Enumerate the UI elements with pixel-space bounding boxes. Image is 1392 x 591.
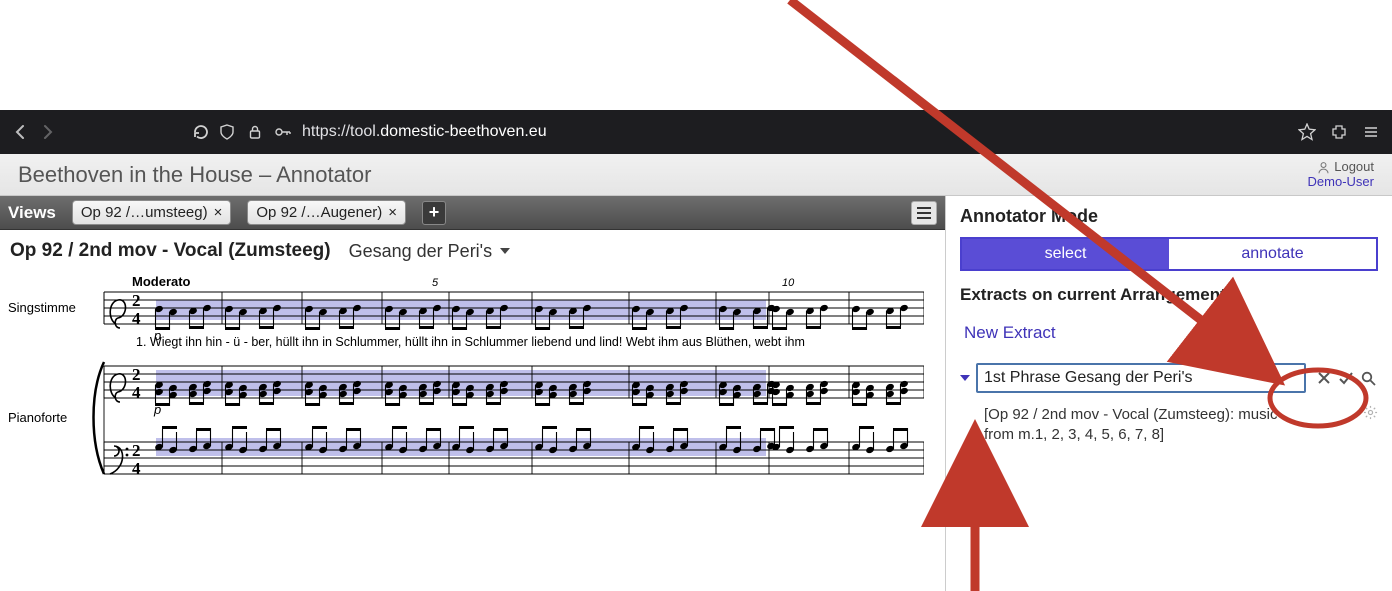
score-area[interactable]: Singstimme Pianoforte Moderato 5 10 bbox=[0, 266, 945, 591]
score-svg: Singstimme Pianoforte Moderato 5 10 bbox=[4, 272, 924, 502]
lyrics: 1. Wiegt ihn hin - ü - ber, hüllt ihn in… bbox=[136, 335, 805, 349]
menu-icon[interactable] bbox=[1362, 123, 1380, 141]
main: Views Op 92 /…umsteeg) × Op 92 /…Augener… bbox=[0, 196, 1392, 591]
svg-text:4: 4 bbox=[132, 383, 141, 402]
url-prefix: https://tool. bbox=[302, 123, 380, 140]
mode-select-button[interactable]: select bbox=[960, 237, 1169, 271]
left-column: Views Op 92 /…umsteeg) × Op 92 /…Augener… bbox=[0, 196, 945, 591]
mode-annotate-button[interactable]: annotate bbox=[1169, 237, 1378, 271]
annotator-mode-label: Annotator Mode bbox=[960, 202, 1378, 227]
instrument-singstimme: Singstimme bbox=[8, 300, 76, 315]
views-label: Views bbox=[8, 203, 56, 223]
search-icon[interactable] bbox=[1358, 368, 1378, 388]
tab-label: Op 92 /…umsteeg) bbox=[81, 204, 208, 221]
logout-link[interactable]: Logout bbox=[1308, 160, 1374, 174]
score-header: Op 92 / 2nd mov - Vocal (Zumsteeg) Gesan… bbox=[0, 230, 945, 266]
url-bar[interactable]: https://tool.domestic-beethoven.eu bbox=[218, 123, 1290, 141]
shield-icon bbox=[218, 123, 236, 141]
add-tab-button[interactable]: + bbox=[422, 201, 446, 225]
mode-toggle: select annotate bbox=[960, 237, 1378, 271]
app-title: Beethoven in the House – Annotator bbox=[18, 162, 1308, 188]
user-name[interactable]: Demo-User bbox=[1308, 175, 1374, 189]
svg-text:2: 2 bbox=[132, 291, 141, 310]
extensions-icon[interactable] bbox=[1330, 123, 1348, 141]
right-panel: Annotator Mode select annotate Extracts … bbox=[945, 196, 1392, 591]
extracts-label: Extracts on current Arrangements: bbox=[960, 285, 1378, 305]
bar-number-10: 10 bbox=[782, 277, 795, 289]
logout-label: Logout bbox=[1334, 160, 1374, 174]
close-icon[interactable]: × bbox=[388, 205, 397, 220]
tab-zumsteeg[interactable]: Op 92 /…umsteeg) × bbox=[72, 200, 232, 225]
forward-button[interactable] bbox=[38, 123, 56, 141]
gear-icon[interactable] bbox=[1363, 405, 1378, 426]
confirm-icon[interactable] bbox=[1336, 368, 1356, 388]
top-whitespace bbox=[0, 0, 1392, 110]
view-menu-button[interactable] bbox=[911, 201, 937, 225]
svg-text:4: 4 bbox=[132, 459, 141, 478]
svg-text:2: 2 bbox=[132, 441, 141, 460]
cancel-icon[interactable] bbox=[1314, 368, 1334, 388]
lock-icon bbox=[246, 123, 264, 141]
score-subtitle-dropdown[interactable]: Gesang der Peri's bbox=[349, 241, 511, 262]
bookmark-icon[interactable] bbox=[1298, 123, 1316, 141]
extract-detail-text: [Op 92 / 2nd mov - Vocal (Zumsteeg): mus… bbox=[984, 405, 1304, 446]
chevron-down-icon bbox=[500, 248, 510, 254]
tab-augener[interactable]: Op 92 /…Augener) × bbox=[247, 200, 406, 225]
tab-bar: Views Op 92 /…umsteeg) × Op 92 /…Augener… bbox=[0, 196, 945, 230]
extract-expand-caret[interactable] bbox=[960, 375, 970, 381]
user-box: Logout Demo-User bbox=[1308, 160, 1374, 189]
browser-bar: https://tool.domestic-beethoven.eu bbox=[0, 110, 1392, 154]
key-icon bbox=[274, 123, 292, 141]
score-title: Op 92 / 2nd mov - Vocal (Zumsteeg) bbox=[10, 240, 331, 262]
svg-text:2: 2 bbox=[132, 365, 141, 384]
extract-name-input[interactable] bbox=[976, 363, 1306, 393]
tab-label: Op 92 /…Augener) bbox=[256, 204, 382, 221]
bar-number-5: 5 bbox=[432, 277, 439, 289]
close-icon[interactable]: × bbox=[214, 205, 223, 220]
svg-text:4: 4 bbox=[132, 309, 141, 328]
url-text: https://tool.domestic-beethoven.eu bbox=[302, 123, 547, 141]
extract-detail: [Op 92 / 2nd mov - Vocal (Zumsteeg): mus… bbox=[984, 405, 1378, 446]
score-subtitle: Gesang der Peri's bbox=[349, 241, 493, 262]
extract-row bbox=[960, 363, 1378, 393]
tempo-marking: Moderato bbox=[132, 274, 191, 289]
instrument-pianoforte: Pianoforte bbox=[8, 410, 67, 425]
reload-button[interactable] bbox=[192, 123, 210, 141]
new-extract-link[interactable]: New Extract bbox=[964, 323, 1378, 343]
app-header: Beethoven in the House – Annotator Logou… bbox=[0, 154, 1392, 196]
back-button[interactable] bbox=[12, 123, 30, 141]
url-domain: domestic-beethoven.eu bbox=[380, 123, 546, 140]
